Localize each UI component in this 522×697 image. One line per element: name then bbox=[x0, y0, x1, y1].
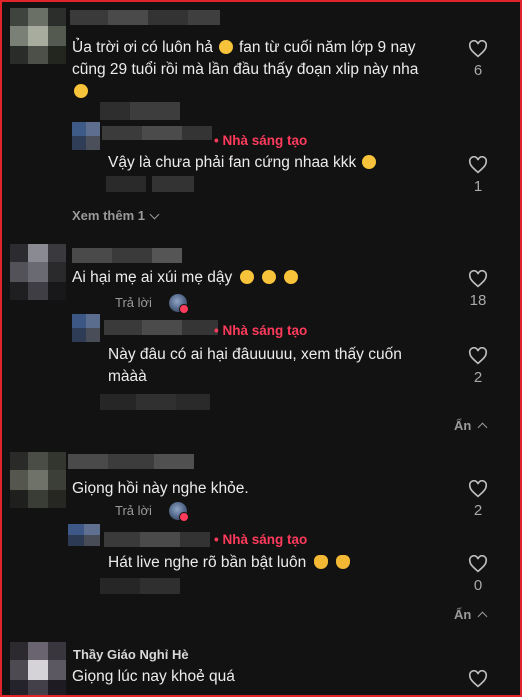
blurred-content bbox=[100, 102, 180, 120]
clap-emoji bbox=[314, 555, 329, 569]
creator-dot: • bbox=[214, 532, 219, 547]
chevron-up-icon bbox=[477, 611, 488, 622]
like-count: 1 bbox=[473, 178, 483, 195]
username-blurred[interactable] bbox=[68, 454, 194, 469]
avatar[interactable] bbox=[72, 314, 100, 342]
creator-liked-avatar bbox=[169, 294, 189, 314]
heart-icon[interactable] bbox=[468, 670, 488, 688]
username-blurred[interactable] bbox=[70, 10, 220, 25]
heart-icon[interactable] bbox=[468, 156, 488, 174]
laugh-emoji bbox=[262, 270, 277, 284]
reply-text-cont: mààà bbox=[108, 368, 147, 385]
creator-badge: • Nhà sáng tạo bbox=[214, 532, 308, 547]
like-count: 0 bbox=[473, 577, 483, 594]
comment-section: Ủa trời ơi có luôn hả fan từ cuối năm lớp… bbox=[0, 0, 522, 697]
reply-button[interactable]: Trả lời bbox=[115, 295, 152, 310]
avatar[interactable] bbox=[68, 524, 100, 546]
avatar[interactable] bbox=[10, 452, 66, 508]
blurred-content bbox=[100, 394, 210, 410]
tongue-emoji bbox=[362, 155, 377, 169]
username[interactable]: Thầy Giáo Nghỉ Hè bbox=[73, 647, 189, 662]
avatar[interactable] bbox=[10, 244, 66, 300]
hide-replies-button[interactable]: Ẩn bbox=[454, 607, 488, 622]
reply-text: Này đâu có ai hại đâuuuuu, xem thấy cuốn bbox=[108, 346, 402, 363]
username-blurred[interactable] bbox=[104, 532, 210, 547]
like-count: 18 bbox=[469, 292, 487, 309]
grin-emoji bbox=[218, 40, 233, 54]
heart-icon[interactable] bbox=[468, 555, 488, 573]
creator-badge: • Nhà sáng tạo bbox=[214, 323, 308, 338]
laugh-emoji bbox=[284, 270, 299, 284]
username-blurred[interactable] bbox=[102, 126, 212, 140]
comment-text-cont bbox=[72, 80, 88, 103]
like-count: 2 bbox=[473, 369, 483, 386]
comment-text: Ai hại mẹ ai xúi mẹ dậy bbox=[72, 266, 299, 289]
clap-emoji bbox=[336, 555, 351, 569]
heart-icon[interactable] bbox=[468, 270, 488, 288]
blurred-content bbox=[100, 578, 180, 594]
heart-icon[interactable] bbox=[468, 480, 488, 498]
chevron-down-icon bbox=[149, 209, 160, 220]
sweat-smile-emoji bbox=[74, 84, 88, 98]
chevron-up-icon bbox=[477, 422, 488, 433]
comment-text: Ủa trời ơi có luôn hả fan từ cuối năm lớp… bbox=[72, 39, 416, 56]
creator-dot: • bbox=[214, 323, 219, 338]
creator-badge: • Nhà sáng tạo bbox=[214, 133, 308, 148]
creator-liked-avatar bbox=[169, 502, 189, 522]
avatar[interactable] bbox=[10, 642, 66, 695]
comment-text: Giọng lúc nay khoẻ quá bbox=[72, 668, 235, 685]
comment-text-cont: cũng 29 tuổi rồi mà lần đầu thấy đoạn xl… bbox=[72, 61, 419, 78]
like-count: 6 bbox=[473, 62, 483, 79]
reply-text: Hát live nghe rõ bần bật luôn bbox=[108, 551, 351, 574]
comment-text: Giọng hồi này nghe khỏe. bbox=[72, 480, 249, 497]
avatar[interactable] bbox=[72, 122, 100, 150]
heart-icon[interactable] bbox=[468, 40, 488, 58]
reply-text: Vậy là chưa phải fan cứng nhaa kkk bbox=[108, 151, 377, 174]
username-blurred[interactable] bbox=[72, 248, 182, 263]
creator-heart-dot bbox=[179, 304, 189, 314]
hide-replies-button[interactable]: Ẩn bbox=[454, 418, 488, 433]
heart-icon[interactable] bbox=[468, 347, 488, 365]
creator-heart-dot bbox=[179, 512, 189, 522]
blurred-content bbox=[106, 176, 194, 192]
avatar[interactable] bbox=[10, 8, 66, 64]
reply-button[interactable]: Trả lời bbox=[115, 503, 152, 518]
like-count: 2 bbox=[473, 502, 483, 519]
view-more-replies-button[interactable]: Xem thêm 1 bbox=[72, 208, 160, 223]
laugh-emoji bbox=[240, 270, 255, 284]
username-blurred[interactable] bbox=[104, 320, 218, 335]
creator-dot: • bbox=[214, 133, 219, 148]
